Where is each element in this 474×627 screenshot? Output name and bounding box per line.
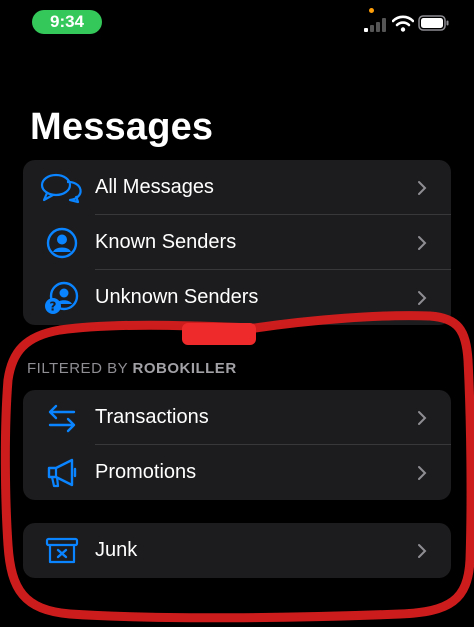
unknown-person-icon: ? — [40, 280, 84, 316]
svg-text:?: ? — [50, 299, 57, 313]
list-item-promotions[interactable]: Promotions — [23, 445, 451, 500]
filtered-list: Transactions Promotions — [23, 390, 451, 500]
list-item-known-senders[interactable]: Known Senders — [23, 215, 451, 270]
signal-icon — [364, 18, 386, 32]
chat-bubbles-icon — [40, 170, 84, 206]
battery-icon — [418, 15, 449, 31]
person-circle-icon — [40, 225, 84, 261]
status-bar: 9:34 — [0, 0, 474, 44]
status-time: 9:34 — [49, 12, 85, 31]
section-header-brand: ROBOKILLER — [132, 360, 237, 377]
chevron-right-icon — [418, 543, 427, 558]
junk-list: Junk — [23, 523, 451, 578]
list-item-label: All Messages — [95, 176, 214, 198]
list-item-all-messages[interactable]: All Messages — [23, 160, 451, 215]
list-item-unknown-senders[interactable]: ? Unknown Senders — [23, 270, 451, 325]
chevron-right-icon — [418, 410, 427, 425]
wifi-icon — [392, 15, 414, 32]
arrows-exchange-icon — [40, 400, 84, 436]
list-item-label: Junk — [95, 539, 138, 561]
megaphone-icon — [40, 455, 84, 491]
chevron-right-icon — [418, 290, 427, 305]
privacy-indicator-icon — [369, 8, 374, 13]
main-list: All Messages Known Senders ? Unknown Sen… — [23, 160, 451, 325]
list-item-label: Promotions — [95, 461, 197, 483]
chevron-right-icon — [418, 235, 427, 250]
trash-bin-icon — [40, 533, 84, 569]
page-title: Messages — [30, 106, 214, 148]
list-item-label: Transactions — [95, 406, 209, 428]
list-item-transactions[interactable]: Transactions — [23, 390, 451, 445]
chevron-right-icon — [418, 180, 427, 195]
list-item-junk[interactable]: Junk — [23, 523, 451, 578]
list-item-label: Known Senders — [95, 231, 237, 253]
section-header-filtered: FILTERED BY ROBOKILLER — [27, 360, 237, 377]
list-item-label: Unknown Senders — [95, 286, 259, 308]
time-pill[interactable]: 9:34 — [32, 10, 102, 34]
chevron-right-icon — [418, 465, 427, 480]
section-header-prefix: FILTERED BY — [27, 360, 128, 377]
